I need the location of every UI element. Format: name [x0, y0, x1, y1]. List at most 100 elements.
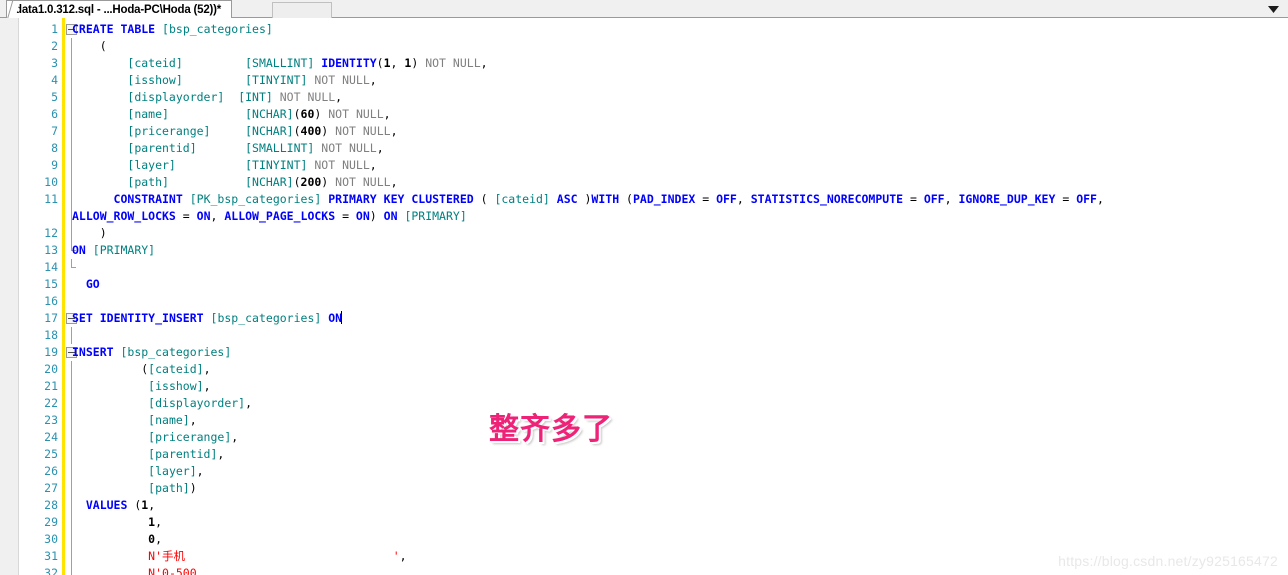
code-line[interactable]: 24 [pricerange], [0, 429, 1288, 446]
line-number: 12 [44, 226, 58, 240]
code-line[interactable]: 14 [0, 259, 1288, 276]
document-tab-active[interactable]: data1.0.312.sql - ...Hoda-PC\Hoda (52))* [6, 0, 233, 19]
code-line[interactable]: 30 0, [0, 531, 1288, 548]
code-line-text: ON [PRIMARY] [72, 243, 156, 257]
code-line[interactable]: 27 [path]) [0, 480, 1288, 497]
code-line[interactable]: 22 [displayorder], [0, 395, 1288, 412]
line-number: 32 [44, 566, 58, 575]
line-number: 10 [44, 175, 58, 189]
code-line-text: N'0-500 [148, 566, 197, 575]
code-line-text: [displayorder], [148, 396, 253, 410]
text-caret [341, 311, 343, 324]
code-line[interactable]: 15 GO [0, 276, 1288, 293]
code-line-text: [parentid], [148, 447, 225, 461]
code-line-text: ( [72, 39, 107, 53]
line-number: 6 [51, 107, 58, 121]
line-number: 8 [51, 141, 58, 155]
code-line-text: 1, [148, 515, 163, 529]
line-number: 9 [51, 158, 58, 172]
code-line[interactable]: 16 [0, 293, 1288, 310]
code-line-text: [name] [NCHAR](60) NOT NULL, [127, 107, 391, 121]
code-line-text: INSERT [bsp_categories] [72, 345, 232, 359]
code-line-text: ([cateid], [72, 362, 211, 376]
code-line-text: [layer] [TINYINT] NOT NULL, [127, 158, 377, 172]
ssms-editor-window: data1.0.312.sql - ...Hoda-PC\Hoda (52))*… [0, 0, 1288, 575]
code-line[interactable]: 25 [parentid], [0, 446, 1288, 463]
code-line[interactable]: 10 [path] [NCHAR](200) NOT NULL, [0, 174, 1288, 191]
line-number: 29 [44, 515, 58, 529]
code-line-text: [path]) [148, 481, 197, 495]
code-line[interactable]: 5 [displayorder] [INT] NOT NULL, [0, 89, 1288, 106]
line-number: 4 [51, 73, 58, 87]
code-line[interactable]: 6 [name] [NCHAR](60) NOT NULL, [0, 106, 1288, 123]
code-line-text: [displayorder] [INT] NOT NULL, [127, 90, 343, 104]
code-line[interactable]: 31 N'手机 ', [0, 548, 1288, 565]
code-line[interactable]: 3 [cateid] [SMALLINT] IDENTITY(1, 1) NOT… [0, 55, 1288, 72]
line-number: 20 [44, 362, 58, 376]
code-line-text: N'手机 ', [148, 549, 407, 563]
code-line[interactable]: 17 SET IDENTITY_INSERT [bsp_categories] O… [0, 310, 1288, 327]
outline-guide [71, 327, 72, 344]
document-tab-strip: data1.0.312.sql - ...Hoda-PC\Hoda (52))* [0, 0, 1288, 19]
code-line-text: [name], [148, 413, 197, 427]
line-number: 25 [44, 447, 58, 461]
code-line-text: [parentid] [SMALLINT] NOT NULL, [127, 141, 384, 155]
code-line-text: 0, [148, 532, 163, 546]
code-line[interactable]: 20 ([cateid], [0, 361, 1288, 378]
code-line-text: CREATE TABLE [bsp_categories] [72, 22, 273, 36]
code-line-text: GO [85, 277, 100, 291]
code-line-text: SET IDENTITY_INSERT [bsp_categories] ON [72, 311, 343, 325]
line-number: 23 [44, 413, 58, 427]
code-line[interactable]: 28 VALUES (1, [0, 497, 1288, 514]
line-number: 31 [44, 549, 58, 563]
line-number: 24 [44, 430, 58, 444]
code-line[interactable]: 29 1, [0, 514, 1288, 531]
line-number: 27 [44, 481, 58, 495]
line-number: 7 [51, 124, 58, 138]
code-line[interactable]: 26 [layer], [0, 463, 1288, 480]
line-number: 11 [44, 192, 58, 206]
code-line-text: [isshow] [TINYINT] NOT NULL, [127, 73, 377, 87]
line-number: 13 [44, 243, 58, 257]
code-line-text: [cateid] [SMALLINT] IDENTITY(1, 1) NOT N… [127, 56, 488, 70]
code-line[interactable]: 4 [isshow] [TINYINT] NOT NULL, [0, 72, 1288, 89]
line-number: 5 [51, 90, 58, 104]
line-number: 17 [44, 311, 58, 325]
code-line-text: ALLOW_ROW_LOCKS = ON, ALLOW_PAGE_LOCKS =… [72, 209, 467, 223]
line-number: 15 [44, 277, 58, 291]
line-number: 2 [51, 39, 58, 53]
code-line[interactable]: 32 N'0-500 [0, 565, 1288, 575]
code-line-text: [pricerange], [148, 430, 239, 444]
code-editor[interactable]: 1 CREATE TABLE [bsp_categories] 2 (3 [cate… [0, 18, 1288, 575]
code-line[interactable]: 21 [isshow], [0, 378, 1288, 395]
code-line-text: [path] [NCHAR](200) NOT NULL, [127, 175, 398, 189]
line-number: 16 [44, 294, 58, 308]
code-line[interactable]: 19 INSERT [bsp_categories] [0, 344, 1288, 361]
code-line[interactable]: 9 [layer] [TINYINT] NOT NULL, [0, 157, 1288, 174]
line-number: 21 [44, 379, 58, 393]
code-surface[interactable]: 1 CREATE TABLE [bsp_categories] 2 (3 [cate… [0, 18, 1288, 575]
code-line[interactable]: 1 CREATE TABLE [bsp_categories] [0, 21, 1288, 38]
outline-guide-end [71, 259, 76, 268]
code-line-text: CONSTRAINT [PK_bsp_categories] PRIMARY K… [113, 192, 1104, 206]
line-number: 30 [44, 532, 58, 546]
line-number: 3 [51, 56, 58, 70]
chevron-down-icon[interactable] [1267, 3, 1280, 15]
document-tab-title: data1.0.312.sql - ...Hoda-PC\Hoda (52))* [15, 3, 222, 16]
code-line[interactable]: 18 [0, 327, 1288, 344]
code-line-wrapped[interactable]: ALLOW_ROW_LOCKS = ON, ALLOW_PAGE_LOCKS =… [0, 208, 1288, 225]
code-line-text: VALUES (1, [85, 498, 156, 512]
code-line[interactable]: 8 [parentid] [SMALLINT] NOT NULL, [0, 140, 1288, 157]
code-line[interactable]: 11 CONSTRAINT [PK_bsp_categories] PRIMAR… [0, 191, 1288, 208]
line-number: 1 [51, 22, 58, 36]
code-line-text: [pricerange] [NCHAR](400) NOT NULL, [127, 124, 398, 138]
code-line[interactable]: 2 ( [0, 38, 1288, 55]
code-line[interactable]: 13 ON [PRIMARY] [0, 242, 1288, 259]
code-line[interactable]: 23 [name], [0, 412, 1288, 429]
line-number: 28 [44, 498, 58, 512]
document-tab-inactive[interactable] [272, 2, 332, 18]
code-line-text: [isshow], [148, 379, 211, 393]
code-line-text: ) [72, 226, 107, 240]
code-line[interactable]: 12 ) [0, 225, 1288, 242]
code-line[interactable]: 7 [pricerange] [NCHAR](400) NOT NULL, [0, 123, 1288, 140]
